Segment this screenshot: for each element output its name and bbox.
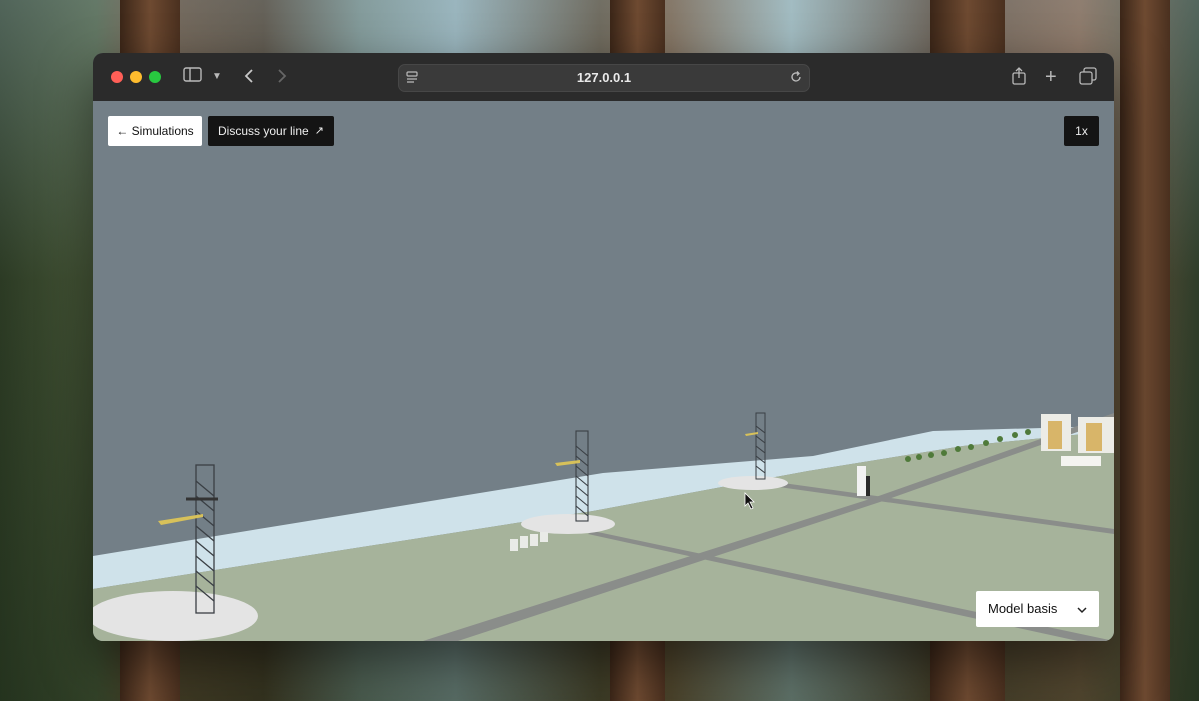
model-basis-select[interactable]: Model basis xyxy=(976,591,1099,627)
browser-window: ▼ 127.0.0.1 + ← Simulations Discuss your… xyxy=(93,53,1114,641)
speed-button[interactable]: 1x xyxy=(1064,116,1099,146)
back-arrow-icon[interactable] xyxy=(243,67,255,91)
close-window-button[interactable] xyxy=(111,71,123,83)
forward-arrow-icon[interactable] xyxy=(276,67,288,91)
launch-pad xyxy=(521,514,615,534)
rocket xyxy=(857,466,866,496)
zoom-window-button[interactable] xyxy=(149,71,161,83)
discuss-button-label: Discuss your line xyxy=(218,124,309,138)
tab-overview-icon[interactable] xyxy=(1079,67,1097,91)
minimize-window-button[interactable] xyxy=(130,71,142,83)
share-icon[interactable] xyxy=(1011,67,1027,91)
new-tab-icon[interactable]: + xyxy=(1045,67,1057,87)
browser-titlebar: ▼ 127.0.0.1 + xyxy=(93,53,1114,101)
chevron-down-icon xyxy=(1077,592,1087,628)
simulation-3d-scene[interactable] xyxy=(93,101,1114,641)
launch-pad xyxy=(718,476,788,490)
rocket-gantry xyxy=(866,476,870,496)
wallpaper-tree-trunk xyxy=(1120,0,1170,701)
back-to-simulations-button[interactable]: ← Simulations xyxy=(108,116,202,146)
discuss-your-line-button[interactable]: Discuss your line ↗ xyxy=(208,116,334,146)
simulation-viewport[interactable]: ← Simulations Discuss your line ↗ 1x Mod… xyxy=(93,101,1114,641)
address-bar-url: 127.0.0.1 xyxy=(576,70,632,85)
sidebar-toggle-icon[interactable] xyxy=(183,67,203,89)
model-select-value: Model basis xyxy=(988,601,1058,616)
external-link-icon: ↗ xyxy=(314,125,324,137)
address-bar[interactable]: 127.0.0.1 xyxy=(398,64,810,92)
launch-pad xyxy=(93,591,258,641)
reload-icon[interactable] xyxy=(789,70,803,89)
chevron-down-icon[interactable]: ▼ xyxy=(212,67,222,87)
